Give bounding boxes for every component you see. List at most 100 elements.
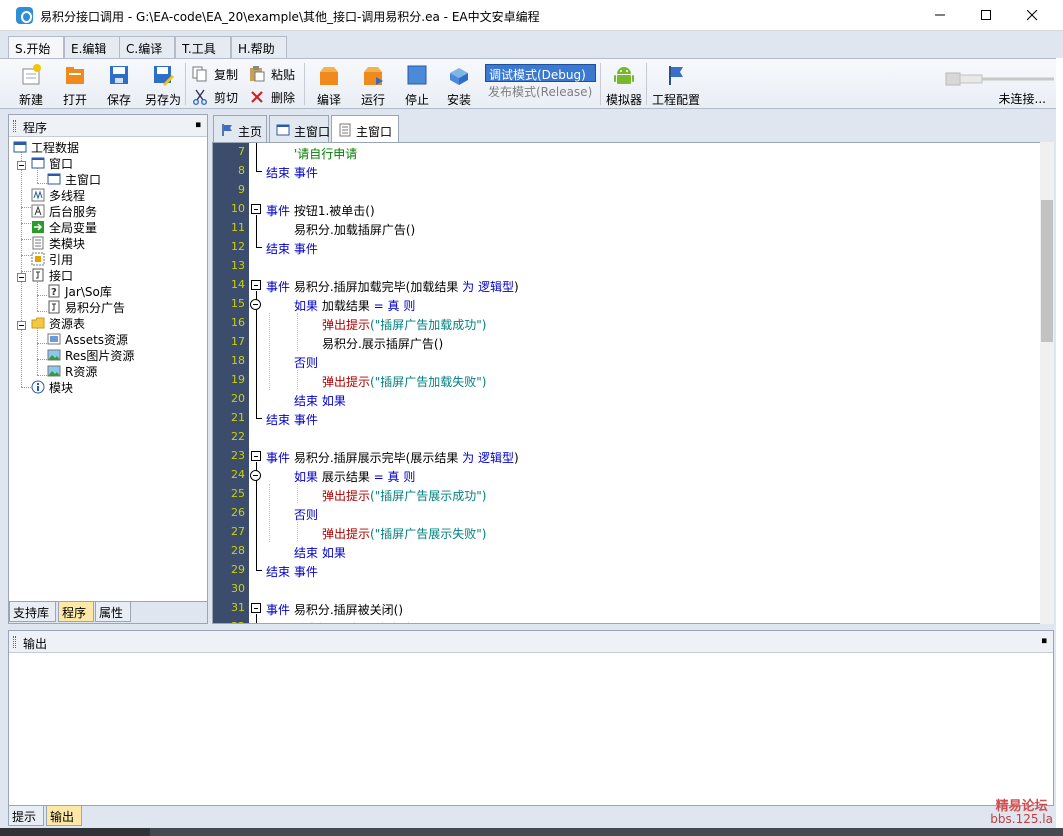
- code-text: 弹出提示("插屏广告展示失败"): [322, 525, 486, 542]
- code-line[interactable]: 13: [213, 257, 1033, 276]
- code-line[interactable]: 24 如果 展示结果 = 真 则: [213, 466, 1033, 485]
- code-text: 事件 易积分.插屏被关闭(): [266, 601, 403, 618]
- fold-toggle-icon[interactable]: [251, 280, 261, 290]
- line-number: 21: [231, 411, 245, 424]
- tab-hints[interactable]: 提示: [8, 806, 44, 826]
- code-line[interactable]: 14 事件 易积分.插屏加载完毕(加载结果 为 逻辑型): [213, 276, 1033, 295]
- code-line[interactable]: 20 结束 如果: [213, 390, 1033, 409]
- tab-program[interactable]: 程序: [58, 602, 94, 622]
- tab-output[interactable]: 输出: [46, 806, 82, 826]
- new-button[interactable]: 新建: [9, 62, 53, 108]
- editor-vertical-scrollbar[interactable]: [1040, 142, 1054, 624]
- tree-collapse-toggle[interactable]: [17, 161, 26, 170]
- run-button[interactable]: 运行: [351, 62, 395, 108]
- fold-toggle-icon[interactable]: [251, 204, 261, 214]
- code-line[interactable]: 27 弹出提示("插屏广告展示失败"): [213, 523, 1033, 542]
- code-token: ): [513, 451, 519, 465]
- code-line[interactable]: 30: [213, 580, 1033, 599]
- open-button[interactable]: 打开: [53, 62, 97, 108]
- menu-tab-compile[interactable]: C.编译: [119, 36, 175, 58]
- tree-collapse-toggle[interactable]: [17, 321, 26, 330]
- menu-tab-tools[interactable]: T.工具: [175, 36, 231, 58]
- code-token: 为 逻辑型: [462, 451, 514, 465]
- fold-branch-icon[interactable]: [250, 470, 261, 481]
- line-number: 29: [231, 563, 245, 576]
- pin-icon[interactable]: ⏹: [196, 118, 202, 132]
- code-line[interactable]: 22: [213, 428, 1033, 447]
- code-line[interactable]: 11 易积分.加载插屏广告(): [213, 219, 1033, 238]
- library-icon: ?: [48, 284, 60, 298]
- reference-icon: [31, 252, 45, 266]
- code-line[interactable]: 15 如果 加载结果 = 真 则: [213, 295, 1033, 314]
- cut-button[interactable]: 剪切: [192, 87, 242, 107]
- delete-button[interactable]: 删除: [249, 87, 299, 107]
- code-line[interactable]: 32 弹出提示("插屏广告被关闭"): [213, 618, 1033, 623]
- minimize-button[interactable]: [917, 0, 963, 30]
- panel-grip-icon[interactable]: [13, 636, 16, 648]
- panel-grip-icon[interactable]: [13, 120, 16, 132]
- doc-tab-home[interactable]: 主页: [213, 115, 267, 143]
- pin-icon[interactable]: ⏹: [1042, 634, 1048, 648]
- code-line[interactable]: 16 弹出提示("插屏广告加载成功"): [213, 314, 1033, 333]
- output-text-area[interactable]: [9, 653, 1053, 805]
- tab-properties[interactable]: 属性: [95, 602, 131, 622]
- emulator-button[interactable]: 模拟器: [602, 62, 646, 108]
- fold-branch-icon[interactable]: [250, 299, 261, 310]
- code-line[interactable]: 8 结束 事件: [213, 162, 1033, 181]
- menu-tab-start[interactable]: S.开始: [8, 36, 64, 58]
- line-number: 12: [231, 240, 245, 253]
- scrollbar-thumb[interactable]: [1041, 200, 1053, 342]
- tree-line: [37, 327, 38, 375]
- build-mode-list[interactable]: 调试模式(Debug) 发布模式(Release): [485, 64, 596, 102]
- doc-tab-main-window-1[interactable]: 主窗口: [269, 115, 330, 143]
- debug-mode-option[interactable]: 调试模式(Debug): [485, 64, 596, 82]
- paste-button[interactable]: 粘贴: [249, 64, 299, 84]
- code-line[interactable]: 17 易积分.展示插屏广告(): [213, 333, 1033, 352]
- stop-button[interactable]: 停止: [395, 62, 439, 108]
- save-as-icon: [154, 66, 174, 86]
- code-line[interactable]: 19 弹出提示("插屏广告加载失败"): [213, 371, 1033, 390]
- code-token: 弹出提示: [322, 318, 371, 332]
- tab-support-library[interactable]: 支持库: [9, 602, 56, 622]
- fold-line: [256, 614, 257, 623]
- code-line[interactable]: 29 结束 事件: [213, 561, 1033, 580]
- line-number: 17: [231, 335, 245, 348]
- new-file-icon: [22, 64, 41, 85]
- project-config-button[interactable]: 工程配置: [651, 62, 701, 108]
- code-line[interactable]: 18 否则: [213, 352, 1033, 371]
- code-line[interactable]: 21 结束 事件: [213, 409, 1033, 428]
- interface-icon: [48, 300, 60, 314]
- save-as-button[interactable]: 另存为: [141, 62, 185, 108]
- code-editor[interactable]: 7 '请自行申请 8 结束 事件 9 10 事件 按钮1.被单击() 11 易积分.加载插屏广告…: [212, 142, 1054, 624]
- code-line[interactable]: 23 事件 易积分.插屏展示完毕(展示结果 为 逻辑型): [213, 447, 1033, 466]
- save-button[interactable]: 保存: [97, 62, 141, 108]
- code-line[interactable]: 25 弹出提示("插屏广告展示成功"): [213, 485, 1033, 504]
- code-line[interactable]: 26 否则: [213, 504, 1033, 523]
- maximize-button[interactable]: [963, 0, 1009, 30]
- window-icon: [31, 157, 45, 169]
- indent-guide: [297, 370, 298, 389]
- close-button[interactable]: [1009, 0, 1055, 30]
- code-token: 否则: [294, 356, 319, 370]
- code-line[interactable]: 31 事件 易积分.插屏被关闭(): [213, 599, 1033, 618]
- fold-toggle-icon[interactable]: [251, 451, 261, 461]
- code-line[interactable]: 12 结束 事件: [213, 238, 1033, 257]
- window-title: 易积分接口调用 - G:\EA-code\EA_20\example\其他_接口…: [40, 10, 540, 24]
- copy-button[interactable]: 复制: [192, 64, 242, 84]
- code-token: ("插屏广告被关闭"): [342, 622, 446, 623]
- release-mode-option[interactable]: 发布模式(Release): [485, 82, 596, 100]
- code-line[interactable]: 28 结束 如果: [213, 542, 1033, 561]
- doc-tab-main-window-2[interactable]: 主窗口: [331, 115, 399, 144]
- menu-tab-edit[interactable]: E.编辑: [64, 36, 120, 58]
- install-button[interactable]: 安装: [437, 62, 481, 108]
- code-line[interactable]: 7 '请自行申请: [213, 143, 1033, 162]
- code-line[interactable]: 9: [213, 181, 1033, 200]
- code-text: 弹出提示("插屏广告加载失败"): [322, 373, 486, 390]
- tree-collapse-toggle[interactable]: [17, 273, 26, 282]
- fold-toggle-icon[interactable]: [251, 603, 261, 613]
- compile-button[interactable]: 编译: [307, 62, 351, 108]
- indent-guide: [269, 484, 270, 542]
- line-number: 22: [231, 430, 245, 443]
- code-line[interactable]: 10 事件 按钮1.被单击(): [213, 200, 1033, 219]
- menu-tab-help[interactable]: H.帮助: [231, 36, 287, 58]
